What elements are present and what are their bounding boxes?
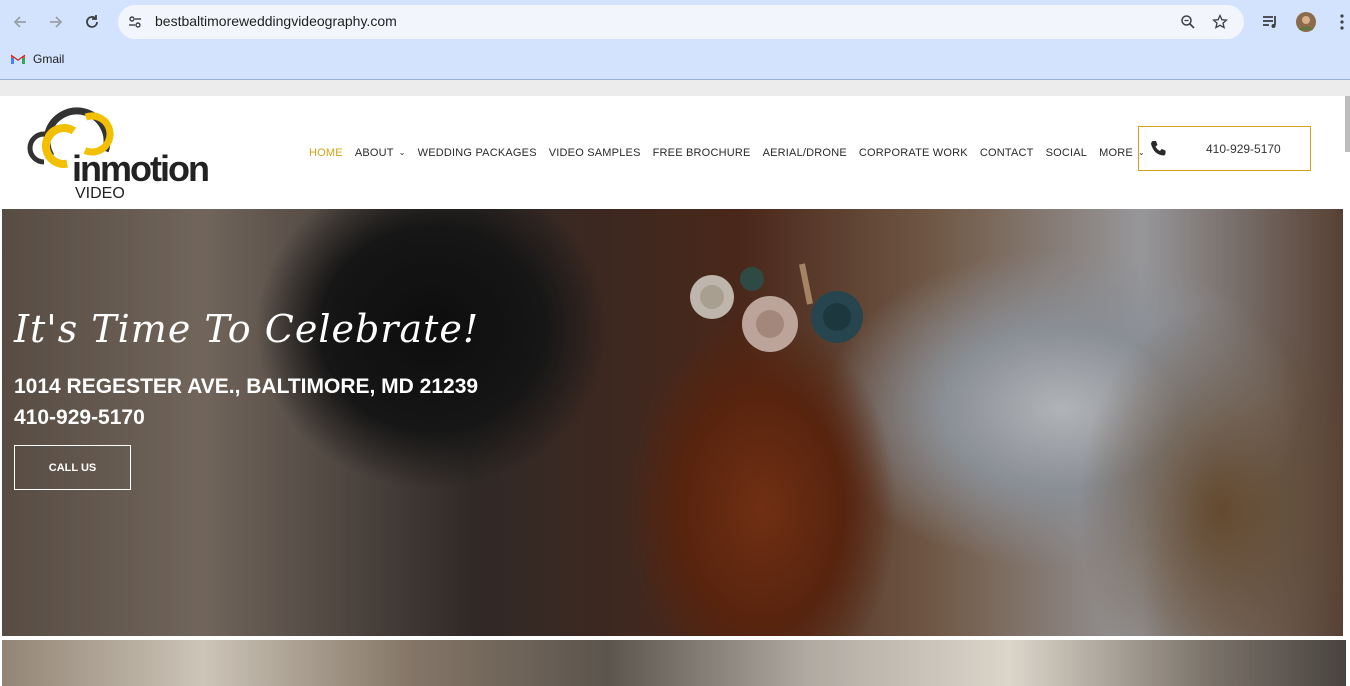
hero-address: 1014 REGESTER AVE., BALTIMORE, MD 21239 <box>14 375 479 398</box>
hair-flowers-image <box>690 263 863 352</box>
url-text[interactable]: bestbaltimoreweddingvideography.com <box>155 13 397 29</box>
nav-corporate-work-label: CORPORATE WORK <box>858 147 968 159</box>
browser-chrome: bestbaltimoreweddingvideography.com Gmai… <box>0 0 1350 80</box>
header-phone-button[interactable]: 410-929-5170 <box>1138 126 1311 171</box>
header-phone-number: 410-929-5170 <box>1206 141 1281 156</box>
call-us-button[interactable]: CALL US <box>14 445 131 490</box>
arrow-left-icon <box>13 16 26 28</box>
nav-free-brochure[interactable]: FREE BROCHURE <box>653 147 751 159</box>
bookmark-star-icon[interactable] <box>1210 12 1230 32</box>
nav-about[interactable]: ABOUT ⌄ <box>355 147 406 159</box>
nav-home-label: HOME <box>309 147 343 159</box>
site-logo[interactable]: inmotion VIDEO <box>22 106 222 202</box>
scrollbar-thumb[interactable] <box>1345 96 1350 152</box>
logo-wordmark: inmotion <box>72 148 208 189</box>
nav-social-label: SOCIAL <box>1045 147 1088 159</box>
site-header: inmotion VIDEO HOME ABOUT ⌄ WEDDING PACKA… <box>0 96 1350 209</box>
zoom-icon[interactable] <box>1178 12 1198 32</box>
hero-phone: 410-929-5170 <box>14 406 145 429</box>
menu-kebab-icon[interactable] <box>1328 8 1350 36</box>
arrow-right-icon <box>50 16 63 28</box>
site-settings-icon[interactable] <box>125 12 145 32</box>
nav-more-label: MORE <box>1099 147 1133 159</box>
nav-contact-label: CONTACT <box>979 147 1034 159</box>
forward-button[interactable] <box>42 8 70 36</box>
hero-banner: It's Time To Celebrate! 1014 REGESTER AV… <box>2 209 1343 636</box>
bookmark-label: Gmail <box>33 52 65 66</box>
bookmark-gmail[interactable]: Gmail <box>10 50 64 68</box>
next-section-image <box>2 640 1346 686</box>
reload-button[interactable] <box>78 8 106 36</box>
address-bar[interactable]: bestbaltimoreweddingvideography.com <box>118 5 1244 39</box>
main-nav: HOME ABOUT ⌄ WEDDING PACKAGES VIDEO SAMPL… <box>309 147 1145 159</box>
media-control-icon[interactable] <box>1256 8 1284 36</box>
nav-wedding-packages-label: WEDDING PACKAGES <box>417 147 537 159</box>
reload-icon <box>86 15 98 28</box>
phone-icon <box>1151 140 1166 155</box>
hero-tagline: It's Time To Celebrate! <box>14 307 480 351</box>
nav-social[interactable]: SOCIAL <box>1046 147 1088 159</box>
nav-about-label: ABOUT <box>354 147 394 159</box>
hero-content: It's Time To Celebrate! 1014 REGESTER AV… <box>14 305 479 490</box>
nav-contact[interactable]: CONTACT <box>980 147 1034 159</box>
gmail-icon <box>10 54 26 64</box>
nav-wedding-packages[interactable]: WEDDING PACKAGES <box>418 147 537 159</box>
nav-video-samples[interactable]: VIDEO SAMPLES <box>549 147 641 159</box>
nav-home[interactable]: HOME <box>309 147 343 159</box>
chevron-down-icon: ⌄ <box>398 148 406 157</box>
nav-corporate-work[interactable]: CORPORATE WORK <box>859 147 968 159</box>
nav-video-samples-label: VIDEO SAMPLES <box>548 147 641 159</box>
logo-sub: VIDEO <box>75 185 125 200</box>
profile-avatar[interactable] <box>1292 8 1320 36</box>
nav-free-brochure-label: FREE BROCHURE <box>652 147 751 159</box>
web-page: inmotion VIDEO HOME ABOUT ⌄ WEDDING PACKA… <box>0 96 1350 686</box>
back-button[interactable] <box>6 8 34 36</box>
nav-aerial-drone[interactable]: AERIAL/DRONE <box>763 147 847 159</box>
nav-aerial-drone-label: AERIAL/DRONE <box>762 147 847 159</box>
